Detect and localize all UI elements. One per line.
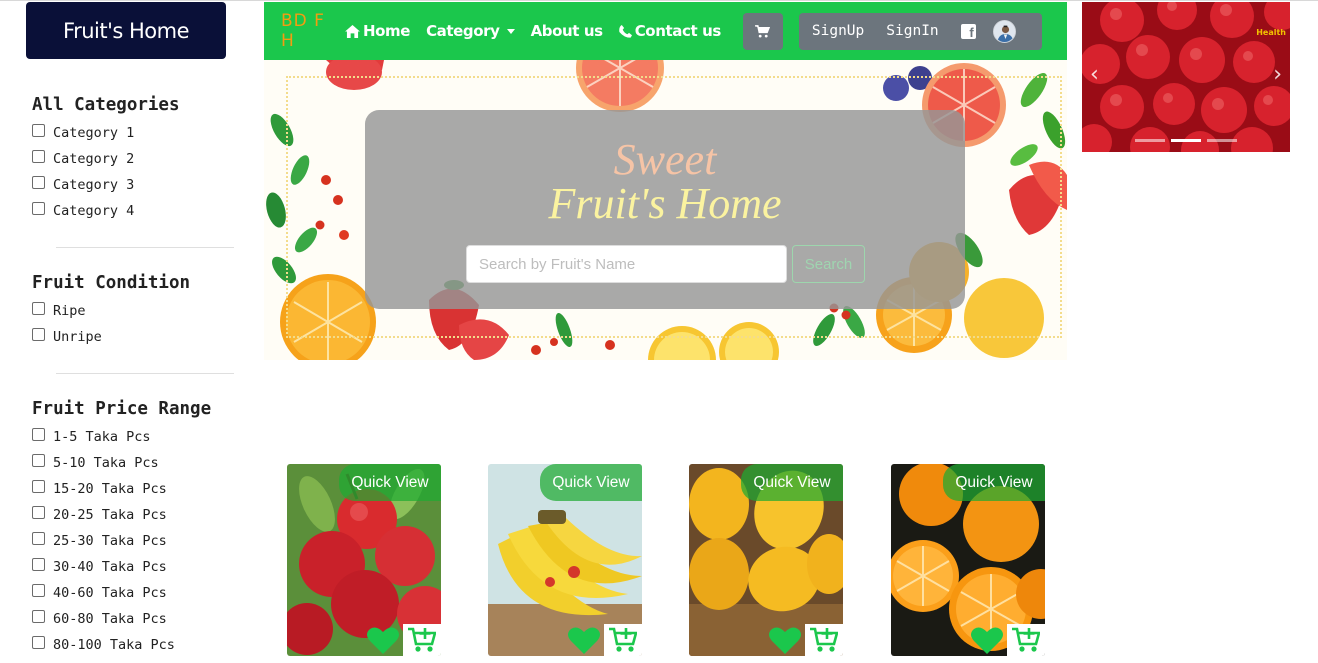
filter-option-price-9[interactable]: 80-100 Taka Pcs: [32, 632, 242, 658]
filter-group-categories: All Categories Category 1 Category 2 Cat…: [32, 92, 242, 224]
filter-title: Fruit Condition: [32, 273, 191, 293]
cart-icon: [755, 24, 771, 38]
heart-icon: [971, 627, 1003, 654]
checkbox[interactable]: [32, 635, 45, 649]
checkbox[interactable]: [32, 531, 45, 545]
filter-option-price-4[interactable]: 20-25 Taka Pcs: [32, 502, 242, 528]
facebook-icon[interactable]: f: [960, 23, 976, 40]
filter-option-price-3[interactable]: 15-20 Taka Pcs: [32, 476, 242, 502]
carousel-indicator[interactable]: [1135, 139, 1165, 142]
carousel-watermark: Health: [1256, 28, 1286, 37]
product-card-apple[interactable]: Quick View: [287, 464, 441, 656]
nav-about-link[interactable]: About us: [531, 22, 604, 40]
add-to-cart-button[interactable]: [604, 624, 642, 656]
nav-home-link[interactable]: Home: [345, 22, 410, 40]
hero-banner: Sweet Fruit's Home Search: [264, 60, 1067, 360]
home-icon: [345, 24, 360, 38]
filter-option-price-7[interactable]: 40-60 Taka Pcs: [32, 580, 242, 606]
user-photo-icon: [993, 20, 1015, 42]
chevron-down-icon: [506, 28, 515, 34]
product-card-banana[interactable]: Quick View: [488, 464, 642, 656]
cart-button[interactable]: [742, 12, 783, 50]
filter-group-price: Fruit Price Range 1-5 Taka Pcs 5-10 Taka…: [32, 396, 242, 658]
cart-plus-icon: [408, 627, 436, 652]
nav-brand[interactable]: BD F H: [281, 11, 345, 51]
nav-contact-link[interactable]: Contact us: [618, 22, 721, 40]
filter-option-unripe[interactable]: Unripe: [32, 324, 242, 350]
filter-option-category-3[interactable]: Category 3: [32, 172, 242, 198]
add-to-cart-button[interactable]: [805, 624, 843, 656]
promo-carousel: Health ‹ ›: [1082, 2, 1290, 152]
checkbox[interactable]: [32, 557, 45, 571]
cart-plus-icon: [609, 627, 637, 652]
divider: [56, 247, 234, 248]
main-navbar: BD F H Home Category About us Contact us…: [264, 2, 1067, 60]
checkbox[interactable]: [32, 149, 45, 163]
filter-title: All Categories: [32, 95, 180, 115]
hero-title: Fruit's Home: [548, 179, 782, 228]
filter-option-category-2[interactable]: Category 2: [32, 146, 242, 172]
chevron-right-icon[interactable]: ›: [1273, 62, 1282, 87]
filter-option-ripe[interactable]: Ripe: [32, 298, 242, 324]
checkbox[interactable]: [32, 479, 45, 493]
add-to-cart-button[interactable]: [403, 624, 441, 656]
nav-category-dropdown[interactable]: Category: [426, 22, 515, 40]
carousel-indicator-active[interactable]: [1171, 139, 1201, 142]
wishlist-button[interactable]: [364, 624, 402, 656]
filter-option-category-4[interactable]: Category 4: [32, 198, 242, 224]
filter-title: Fruit Price Range: [32, 399, 212, 419]
checkbox[interactable]: [32, 175, 45, 189]
fruit-search-input[interactable]: [466, 245, 787, 283]
filter-group-condition: Fruit Condition Ripe Unripe: [32, 270, 242, 350]
checkbox[interactable]: [32, 453, 45, 467]
wishlist-button[interactable]: [565, 624, 603, 656]
checkbox[interactable]: [32, 427, 45, 441]
divider: [56, 373, 234, 374]
quick-view-button[interactable]: Quick View: [540, 464, 642, 501]
signup-link[interactable]: SignUp: [812, 23, 864, 39]
product-card-orange[interactable]: Quick View: [891, 464, 1045, 656]
filter-sidebar: All Categories Category 1 Category 2 Cat…: [32, 92, 242, 658]
cart-plus-icon: [810, 627, 838, 652]
filter-option-category-1[interactable]: Category 1: [32, 120, 242, 146]
quick-view-button[interactable]: Quick View: [943, 464, 1045, 501]
checkbox[interactable]: [32, 609, 45, 623]
search-button[interactable]: Search: [792, 245, 865, 283]
checkbox[interactable]: [32, 327, 45, 341]
site-logo-text: Fruit's Home: [63, 18, 189, 43]
heart-icon: [367, 627, 399, 654]
add-to-cart-button[interactable]: [1007, 624, 1045, 656]
user-account-panel: SignUp SignIn f: [798, 12, 1042, 50]
checkbox[interactable]: [32, 505, 45, 519]
checkbox[interactable]: [32, 301, 45, 315]
phone-icon: [618, 24, 632, 38]
site-logo[interactable]: Fruit's Home: [26, 2, 226, 59]
quick-view-button[interactable]: Quick View: [339, 464, 441, 501]
checkbox[interactable]: [32, 123, 45, 137]
wishlist-button[interactable]: [766, 624, 804, 656]
lychee-image: [1082, 2, 1290, 152]
top-border: [0, 0, 1318, 1]
heart-icon: [769, 627, 801, 654]
checkbox[interactable]: [32, 583, 45, 597]
chevron-left-icon[interactable]: ‹: [1090, 62, 1099, 87]
product-card-mango[interactable]: Quick View: [689, 464, 843, 656]
carousel-indicator[interactable]: [1207, 139, 1237, 142]
avatar[interactable]: [992, 19, 1016, 43]
filter-option-price-8[interactable]: 60-80 Taka Pcs: [32, 606, 242, 632]
signin-link[interactable]: SignIn: [886, 23, 938, 39]
filter-option-price-1[interactable]: 1-5 Taka Pcs: [32, 424, 242, 450]
wishlist-button[interactable]: [968, 624, 1006, 656]
filter-option-price-2[interactable]: 5-10 Taka Pcs: [32, 450, 242, 476]
heart-icon: [568, 627, 600, 654]
hero-search-panel: Sweet Fruit's Home Search: [365, 110, 965, 309]
quick-view-button[interactable]: Quick View: [741, 464, 843, 501]
checkbox[interactable]: [32, 201, 45, 215]
filter-option-price-5[interactable]: 25-30 Taka Pcs: [32, 528, 242, 554]
filter-option-price-6[interactable]: 30-40 Taka Pcs: [32, 554, 242, 580]
cart-plus-icon: [1012, 627, 1040, 652]
